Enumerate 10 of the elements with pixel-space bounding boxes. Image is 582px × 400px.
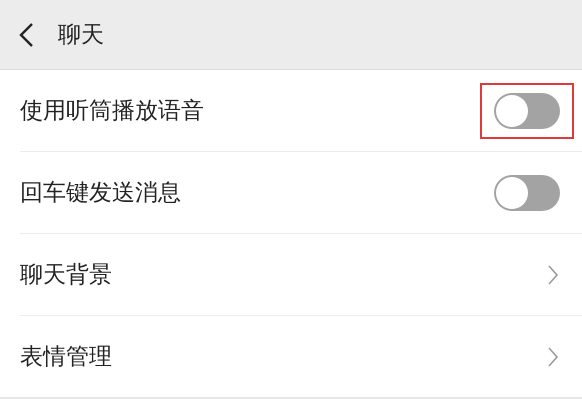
- setting-label: 聊天背景: [20, 261, 112, 290]
- setting-label: 表情管理: [20, 343, 112, 372]
- setting-label: 回车键发送消息: [20, 179, 181, 208]
- chevron-icon: [548, 346, 558, 366]
- toggle-switch[interactable]: [494, 174, 560, 210]
- back-icon[interactable]: [18, 22, 34, 48]
- setting-label: 使用听筒播放语音: [20, 97, 204, 126]
- page-title: 聊天: [58, 21, 104, 50]
- toggle-switch[interactable]: [494, 92, 560, 128]
- chevron-icon: [548, 264, 558, 284]
